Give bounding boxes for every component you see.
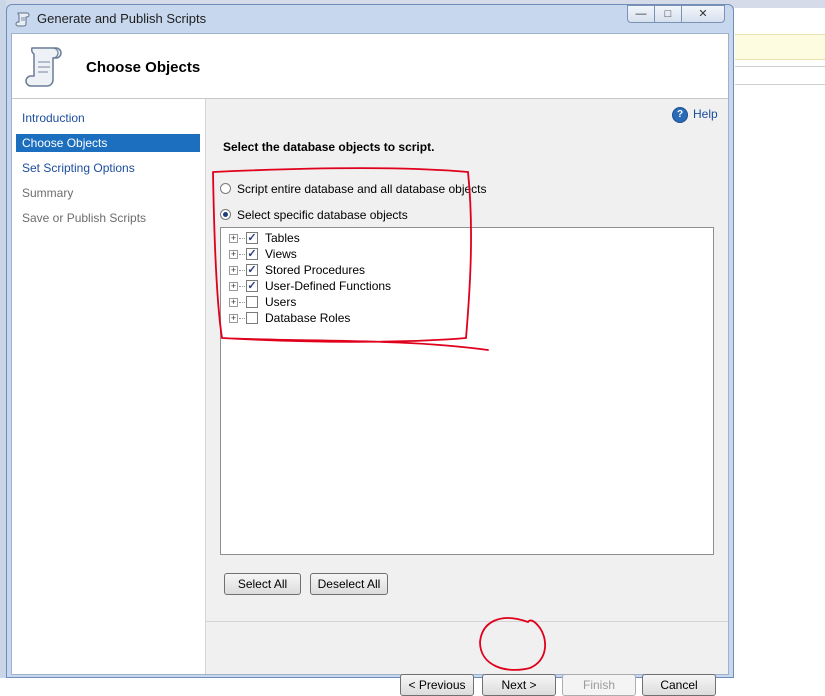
tree-connector (239, 286, 245, 287)
background-info-bar (735, 34, 825, 60)
page-title: Choose Objects (86, 59, 201, 76)
wizard-step-navigation: Introduction Choose Objects Set Scriptin… (12, 99, 206, 674)
wizard-footer (206, 621, 728, 675)
help-link[interactable]: ? Help (672, 107, 718, 123)
tree-connector (239, 254, 245, 255)
tree-item-label: Tables (265, 231, 300, 245)
nav-item-choose-objects[interactable]: Choose Objects (16, 134, 200, 152)
maximize-button[interactable]: □ (654, 5, 682, 23)
tree-connector (239, 238, 245, 239)
nav-item-introduction[interactable]: Introduction (16, 109, 200, 127)
script-scroll-icon (25, 47, 62, 87)
background-divider (735, 84, 825, 85)
choose-objects-panel: ? Help Select the database objects to scr… (206, 99, 728, 696)
radio-script-entire-database[interactable]: Script entire database and all database … (220, 181, 487, 197)
expand-icon[interactable]: + (229, 282, 238, 291)
tree-item-label: User-Defined Functions (265, 279, 392, 293)
wizard-header: Choose Objects (12, 34, 728, 99)
checkbox-views[interactable]: ✓ (246, 248, 258, 260)
tree-item-label: Stored Procedures (265, 263, 366, 277)
radio-label: Script entire database and all database … (237, 181, 487, 196)
tree-connector (239, 318, 245, 319)
expand-icon[interactable]: + (229, 250, 238, 259)
next-button[interactable]: Next > (482, 674, 556, 696)
title-bar[interactable]: Generate and Publish Scripts — □ ✕ (7, 5, 733, 33)
help-icon: ? (672, 107, 688, 123)
previous-button[interactable]: < Previous (400, 674, 474, 696)
dialog-client-area: Choose Objects Introduction Choose Objec… (11, 33, 729, 696)
radio-button[interactable] (220, 209, 231, 221)
nav-item-set-scripting-options[interactable]: Set Scripting Options (16, 159, 200, 177)
window-title: Generate and Publish Scripts (37, 11, 207, 26)
script-scroll-icon (15, 12, 30, 27)
nav-item-summary: Summary (22, 186, 74, 200)
select-all-button[interactable]: Select All (224, 573, 301, 595)
radio-select-specific-objects[interactable]: Select specific database objects (220, 207, 408, 223)
database-objects-tree[interactable]: + ✓ Tables + ✓ Views + ✓ Stored Procedur… (220, 227, 714, 555)
finish-button: Finish (562, 674, 636, 696)
checkbox-stored-procedures[interactable]: ✓ (246, 264, 258, 276)
expand-icon[interactable]: + (229, 266, 238, 275)
generate-publish-scripts-dialog: Generate and Publish Scripts — □ ✕ Choos… (6, 4, 734, 696)
close-button[interactable]: ✕ (681, 5, 725, 23)
tree-connector (239, 270, 245, 271)
nav-item-save-or-publish-scripts: Save or Publish Scripts (22, 211, 147, 225)
instruction-text: Select the database objects to script. (223, 140, 435, 154)
expand-icon[interactable]: + (229, 298, 238, 307)
expand-icon[interactable]: + (229, 234, 238, 243)
radio-button[interactable] (220, 183, 231, 195)
checkbox-tables[interactable]: ✓ (246, 232, 258, 244)
expand-icon[interactable]: + (229, 314, 238, 323)
tree-item-label: Views (265, 247, 297, 261)
deselect-all-button[interactable]: Deselect All (310, 573, 388, 595)
tree-connector (239, 302, 245, 303)
window-controls: — □ ✕ (627, 5, 727, 25)
help-label: Help (693, 107, 718, 122)
checkbox-database-roles[interactable] (246, 312, 258, 324)
checkbox-user-defined-functions[interactable]: ✓ (246, 280, 258, 292)
tree-item-label: Database Roles (265, 311, 351, 325)
minimize-button[interactable]: — (627, 5, 655, 23)
radio-label: Select specific database objects (237, 207, 408, 222)
checkbox-users[interactable] (246, 296, 258, 308)
cancel-button[interactable]: Cancel (642, 674, 716, 696)
background-divider (735, 66, 825, 67)
tree-item-label: Users (265, 295, 297, 309)
